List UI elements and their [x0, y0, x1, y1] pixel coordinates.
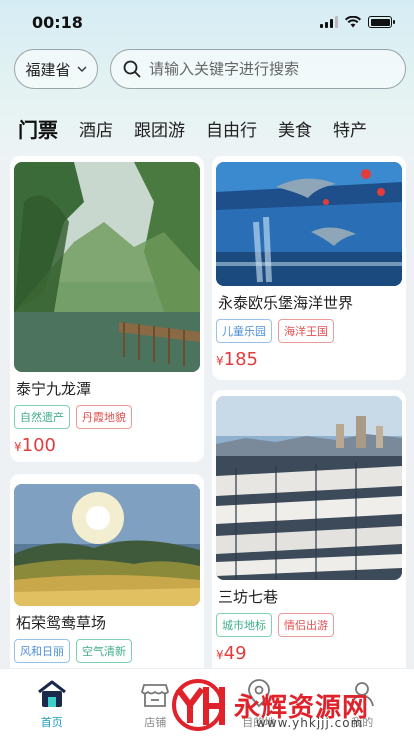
- tab-specialties[interactable]: 特产: [333, 116, 367, 141]
- tab-home-label: 首页: [40, 716, 63, 729]
- card-tag: 丹霞地貌: [76, 405, 132, 429]
- status-bar: 00:18: [0, 0, 414, 44]
- search-row: 福建省: [14, 48, 406, 90]
- card-tags: 城市地标 情侣出游: [216, 607, 402, 637]
- tab-group-tours[interactable]: 跟团游: [134, 116, 185, 141]
- search-box[interactable]: [110, 49, 406, 89]
- wifi-icon: [345, 16, 361, 28]
- card-tags: 儿童乐园 海洋王国: [216, 313, 402, 343]
- status-time: 00:18: [32, 12, 83, 32]
- tab-independent-travel[interactable]: 自由行: [206, 116, 257, 141]
- product-card[interactable]: 永泰欧乐堡海洋世界 儿童乐园 海洋王国 ¥185: [212, 156, 406, 380]
- card-tag: 海洋王国: [278, 319, 334, 343]
- product-card[interactable]: 三坊七巷 城市地标 情侣出游 ¥49: [212, 390, 406, 668]
- profile-icon: [350, 682, 375, 707]
- tab-home[interactable]: 首页: [17, 679, 87, 730]
- card-image: [216, 162, 402, 286]
- tab-tickets[interactable]: 门票: [12, 114, 64, 147]
- province-selector[interactable]: 福建省: [14, 49, 98, 89]
- card-tag: 情侣出游: [278, 613, 334, 637]
- battery-icon: [368, 16, 395, 28]
- card-tag: 儿童乐园: [216, 319, 272, 343]
- product-card[interactable]: 泰宁九龙潭 自然遗产 丹霞地貌 ¥100: [10, 156, 204, 462]
- cellular-signal-icon: [320, 16, 338, 28]
- card-title: 泰宁九龙潭: [16, 380, 92, 398]
- chevron-down-icon: [77, 66, 86, 72]
- product-card[interactable]: 柘荣鸳鸯草场 风和日丽 空气清新: [10, 474, 204, 668]
- price-value: 185: [223, 349, 258, 370]
- currency-symbol: ¥: [14, 440, 22, 454]
- currency-symbol: ¥: [216, 354, 224, 368]
- price-value: 49: [223, 643, 247, 664]
- bottom-tab-bar: 首页 店铺 目的地 我的: [0, 668, 414, 736]
- card-price: ¥49: [216, 637, 402, 664]
- card-price: ¥185: [216, 343, 402, 370]
- tab-profile[interactable]: 我的: [327, 679, 397, 730]
- tab-destination-label: 目的地: [242, 716, 276, 729]
- card-tag: 风和日丽: [14, 639, 70, 663]
- price-value: 100: [21, 435, 56, 456]
- card-tag: 空气清新: [76, 639, 132, 663]
- card-image: [216, 396, 402, 580]
- category-tabs: 门票 酒店 跟团游 自由行 美食 特产: [0, 108, 414, 148]
- status-icons: [320, 16, 395, 28]
- card-title: 永泰欧乐堡海洋世界: [218, 294, 354, 312]
- tab-store[interactable]: 店铺: [120, 679, 190, 730]
- tab-hotels[interactable]: 酒店: [79, 116, 113, 141]
- card-image: [14, 162, 200, 372]
- product-feed: 泰宁九龙潭 自然遗产 丹霞地貌 ¥100 永泰欧乐堡海洋世界 儿童乐园 海洋王国…: [0, 150, 414, 668]
- search-icon: [123, 60, 141, 78]
- currency-symbol: ¥: [216, 648, 224, 662]
- tab-destination[interactable]: 目的地: [224, 679, 294, 730]
- card-title: 三坊七巷: [218, 588, 279, 606]
- card-tags: 风和日丽 空气清新: [14, 633, 200, 663]
- search-input[interactable]: [149, 60, 393, 78]
- destination-icon: [247, 679, 270, 708]
- card-image: [14, 484, 200, 606]
- card-tag: 自然遗产: [14, 405, 70, 429]
- tab-food[interactable]: 美食: [278, 116, 312, 141]
- tab-store-label: 店铺: [144, 716, 167, 729]
- tab-profile-label: 我的: [351, 716, 374, 729]
- card-price: ¥100: [14, 429, 200, 456]
- card-tags: 自然遗产 丹霞地貌: [14, 399, 200, 429]
- province-label: 福建省: [25, 60, 71, 79]
- card-title: 柘荣鸳鸯草场: [16, 614, 107, 632]
- home-icon: [37, 680, 66, 707]
- store-icon: [141, 684, 170, 707]
- card-tag: 城市地标: [216, 613, 272, 637]
